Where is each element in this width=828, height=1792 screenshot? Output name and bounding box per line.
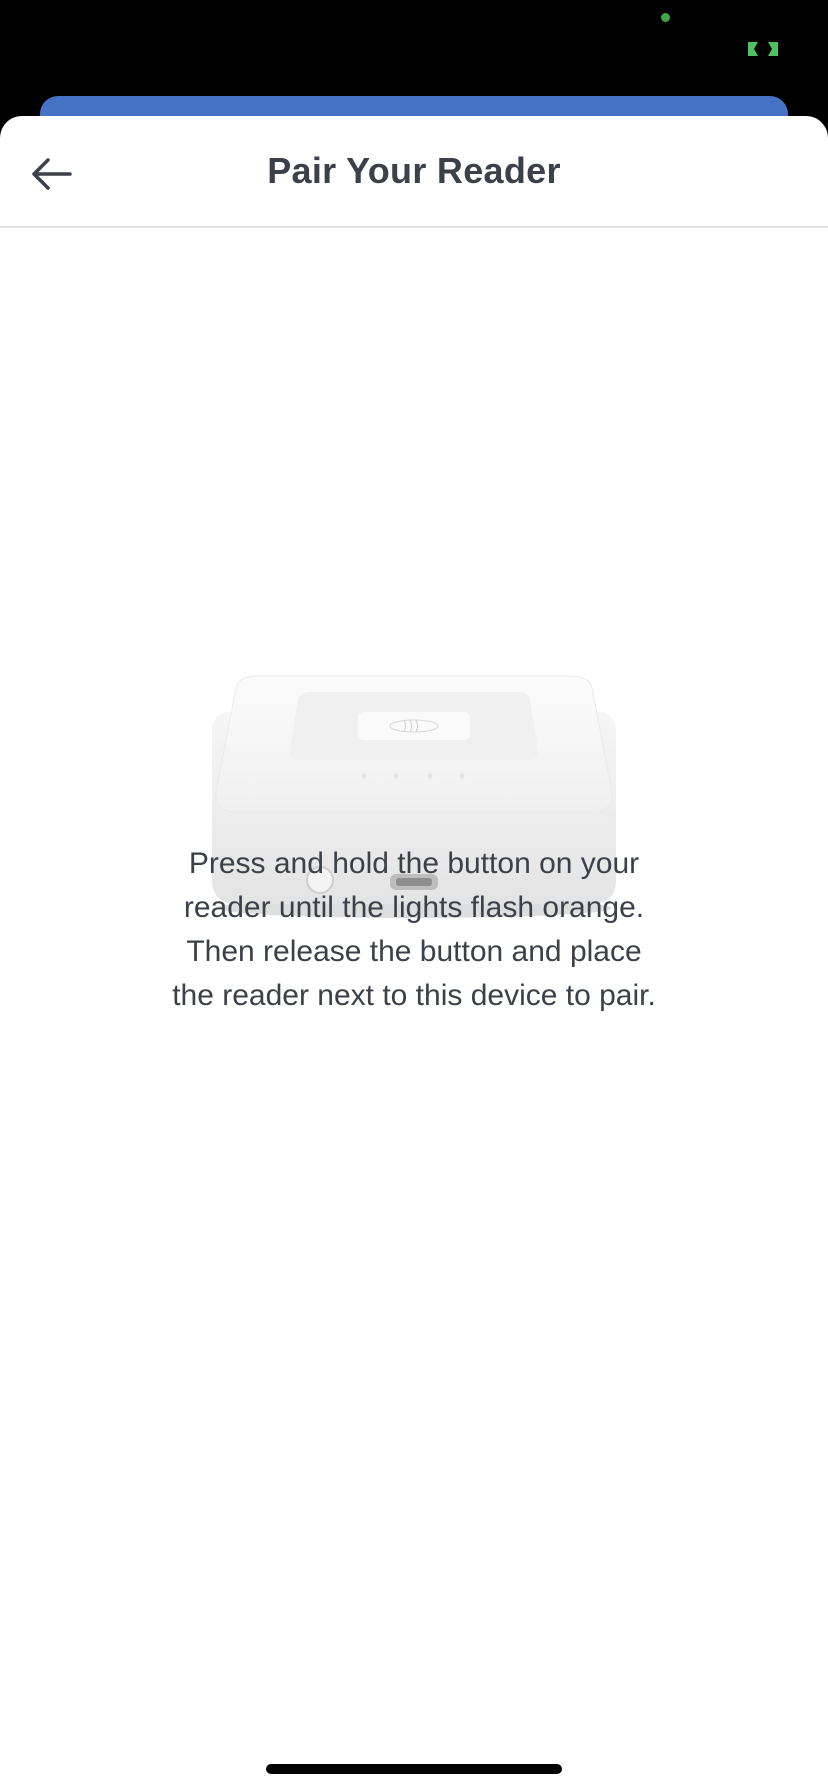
screen: Pair Your Reader Press and hold the butt… [0, 0, 828, 1792]
navigation-bar: Pair Your Reader [0, 116, 828, 228]
home-indicator[interactable] [266, 1764, 562, 1774]
camera-indicator-dot [661, 13, 670, 22]
pairing-instructions: Press and hold the button on your reader… [172, 847, 656, 1012]
page-title: Pair Your Reader [267, 150, 561, 191]
battery-icon [748, 42, 778, 56]
